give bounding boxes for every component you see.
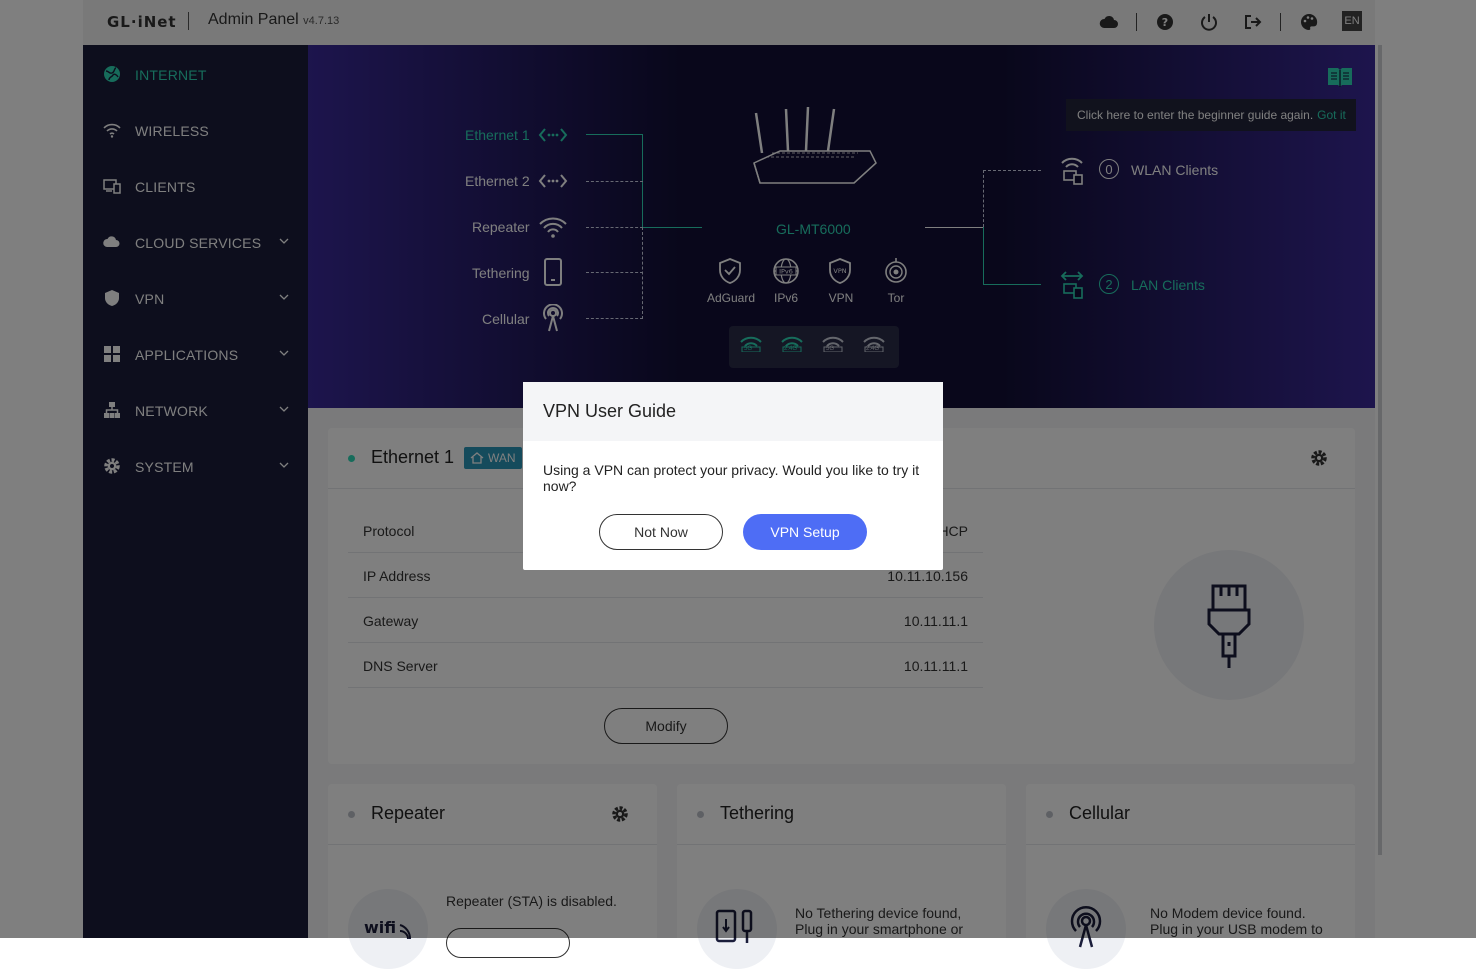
vpn-guide-modal: VPN User Guide Using a VPN can protect y… [523, 382, 943, 570]
vpn-setup-button[interactable]: VPN Setup [743, 514, 867, 550]
modal-title: VPN User Guide [543, 401, 677, 421]
not-now-button[interactable]: Not Now [599, 514, 723, 550]
modal-header: VPN User Guide [523, 382, 943, 441]
modal-message: Using a VPN can protect your privacy. Wo… [543, 462, 920, 494]
